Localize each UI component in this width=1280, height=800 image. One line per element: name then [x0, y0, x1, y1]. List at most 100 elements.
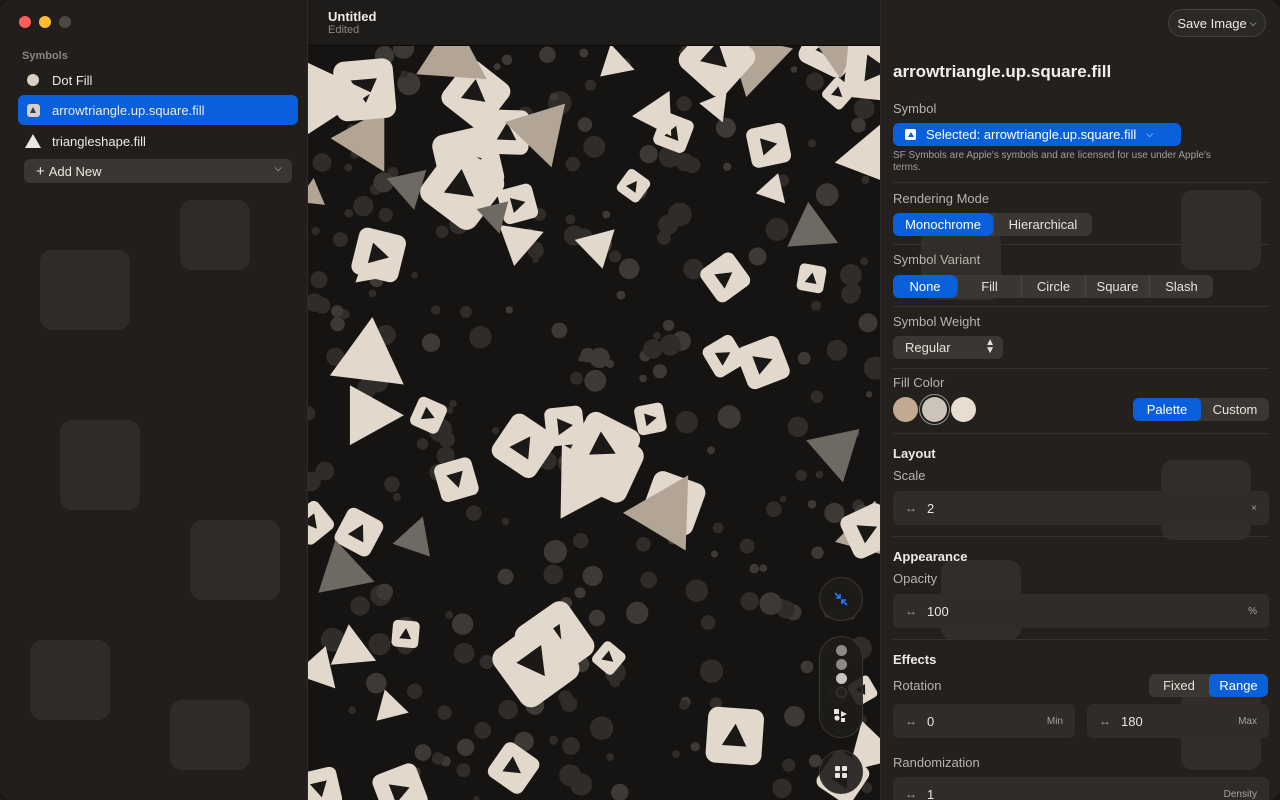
sidebar-item-triangleshape[interactable]: triangleshape.fill	[18, 126, 298, 156]
symbol-weight-label: Symbol Weight	[893, 314, 981, 329]
blur-decoration	[180, 200, 250, 270]
pager-dot[interactable]	[835, 659, 847, 670]
segment-palette[interactable]: Palette	[1133, 398, 1201, 421]
segment-fill[interactable]: Fill	[957, 275, 1021, 298]
triangle-fill-icon	[25, 134, 41, 148]
inspector-title: arrowtriangle.up.square.fill	[893, 62, 1112, 81]
arrowtriangle-square-icon	[905, 129, 916, 140]
blur-decoration	[1181, 190, 1261, 270]
opacity-value: 100	[927, 603, 949, 619]
divider	[893, 306, 1269, 307]
blur-decoration	[190, 520, 280, 600]
rotation-label: Rotation	[893, 678, 942, 693]
toolbar: Untitled Edited	[308, 0, 880, 46]
layout-header: Layout	[893, 446, 936, 461]
sidebar-section-label: Symbols	[22, 50, 68, 62]
rotation-min-value: 0	[927, 713, 935, 729]
blur-decoration	[30, 640, 110, 720]
sidebar-item-label: Dot Fill	[52, 72, 93, 88]
rendering-mode-label: Rendering Mode	[893, 191, 990, 206]
sidebar: Symbols Dot Fill arrowtriangle.up.square…	[0, 0, 308, 800]
divider	[893, 182, 1269, 183]
segment-fixed[interactable]: Fixed	[1149, 674, 1209, 697]
color-swatch-selected[interactable]	[922, 397, 947, 422]
drag-arrows-icon: ↔	[905, 787, 917, 800]
chevron-down-icon: ⌵	[1146, 129, 1154, 139]
grid-view-button[interactable]	[819, 750, 863, 794]
pager-dot[interactable]	[835, 687, 847, 698]
scale-suffix: ×	[1251, 502, 1257, 514]
sidebar-item-arrowtriangle[interactable]: arrowtriangle.up.square.fill	[18, 95, 298, 125]
symbol-variant-label: Symbol Variant	[893, 252, 981, 267]
rotation-max-suffix: Max	[1238, 715, 1257, 727]
segment-none[interactable]: None	[893, 275, 957, 298]
symbol-variant-segmented: None Fill Circle Square Slash	[893, 275, 1213, 298]
symbol-label: Symbol	[893, 101, 937, 116]
add-new-button[interactable]: + Add New ⌵	[24, 159, 292, 183]
collapse-button[interactable]	[819, 577, 863, 621]
app-window: Untitled Edited Symbols Dot Fill arrowtr…	[0, 0, 1280, 800]
segment-custom[interactable]: Custom	[1201, 398, 1269, 421]
plus-icon: +	[36, 162, 45, 180]
color-swatch[interactable]	[893, 397, 918, 422]
symbol-picker-value: Selected: arrowtriangle.up.square.fill	[926, 127, 1137, 142]
pattern-canvas[interactable]	[308, 46, 880, 800]
sidebar-item-label: triangleshape.fill	[52, 133, 146, 149]
segment-square[interactable]: Square	[1085, 275, 1149, 298]
add-new-label: Add New	[48, 163, 102, 179]
chevron-down-icon: ⌵	[274, 163, 282, 174]
segment-monochrome[interactable]: Monochrome	[893, 213, 993, 236]
scale-field[interactable]: ↔ 2 ×	[893, 491, 1269, 525]
arrowtriangle-square-icon	[26, 103, 40, 117]
appearance-header: Appearance	[893, 549, 968, 564]
sidebar-item-dot-fill[interactable]: Dot Fill	[18, 65, 298, 95]
save-image-button[interactable]: Save Image ⌵	[1168, 9, 1266, 37]
segment-hierarchical[interactable]: Hierarchical	[993, 213, 1092, 236]
rotation-max-value: 180	[1121, 713, 1143, 729]
scale-value: 2	[927, 500, 935, 516]
close-window-button[interactable]	[19, 16, 31, 28]
document-status: Edited	[328, 24, 360, 36]
pager-dot-active[interactable]	[835, 673, 847, 684]
rotation-min-field[interactable]: ↔ 0 Min	[893, 704, 1075, 738]
drag-arrows-icon: ↔	[905, 714, 917, 728]
randomization-suffix: Density	[1223, 788, 1257, 800]
segment-slash[interactable]: Slash	[1149, 275, 1213, 298]
fill-color-label: Fill Color	[893, 375, 945, 390]
blur-decoration	[40, 250, 130, 330]
rotation-max-field[interactable]: ↔ 180 Max	[1087, 704, 1269, 738]
minimize-window-button[interactable]	[39, 16, 51, 28]
randomization-field[interactable]: ↔ 1 Density	[893, 777, 1269, 800]
color-swatch[interactable]	[951, 397, 976, 422]
blur-decoration	[170, 700, 250, 770]
segment-range[interactable]: Range	[1209, 674, 1268, 697]
segment-circle[interactable]: Circle	[1021, 275, 1085, 298]
divider	[893, 536, 1269, 537]
drag-arrows-icon: ↔	[905, 604, 917, 618]
save-image-label: Save Image	[1177, 15, 1247, 31]
symbol-picker[interactable]: Selected: arrowtriangle.up.square.fill ⌵	[893, 123, 1181, 146]
chevron-down-icon: ⌵	[1249, 17, 1257, 28]
color-mode-segmented: Palette Custom	[1133, 398, 1269, 421]
chevron-updown-icon: ▲ ▼	[985, 337, 995, 356]
opacity-suffix: %	[1248, 605, 1257, 617]
palette-shapes-icon[interactable]	[833, 707, 849, 723]
license-note: SF Symbols are Apple's symbols and are l…	[893, 150, 1211, 173]
rotation-min-suffix: Min	[1046, 715, 1063, 727]
symbol-weight-popup[interactable]: Regular ▲ ▼	[893, 336, 1003, 359]
randomization-value: 1	[927, 786, 935, 800]
opacity-label: Opacity	[893, 571, 938, 586]
divider	[893, 244, 1269, 245]
document-title: Untitled	[328, 9, 377, 24]
pager-dot[interactable]	[835, 645, 847, 656]
rotation-mode-segmented: Fixed Range	[1149, 674, 1268, 697]
effects-header: Effects	[893, 652, 937, 667]
divider	[893, 639, 1269, 640]
arrows-inward-icon	[834, 592, 848, 606]
opacity-field[interactable]: ↔ 100 %	[893, 594, 1269, 628]
inspector-panel: Save Image ⌵ arrowtriangle.up.square.fil…	[880, 0, 1280, 800]
drag-arrows-icon: ↔	[905, 501, 917, 515]
layer-pager	[819, 636, 863, 738]
zoom-window-button[interactable]	[59, 16, 71, 28]
blur-decoration	[60, 420, 140, 510]
